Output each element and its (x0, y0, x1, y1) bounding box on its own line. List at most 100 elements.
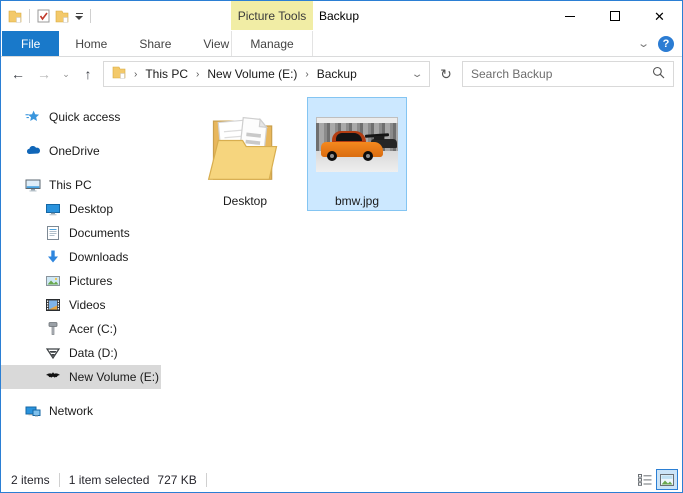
toolbar-separator (29, 9, 30, 23)
computer-icon (25, 177, 41, 193)
chevron-right-icon[interactable]: › (130, 69, 141, 80)
download-arrow-icon (45, 249, 61, 265)
sidebar-item-label: OneDrive (49, 144, 100, 158)
address-dropdown: ⌄ (407, 69, 427, 80)
tab-manage[interactable]: Manage (231, 31, 313, 56)
sidebar-item-label: Downloads (69, 250, 129, 264)
thumbnail-view-button[interactable] (656, 469, 678, 490)
drive-e-bat-icon (45, 369, 61, 385)
breadcrumb-new-volume-e[interactable]: New Volume (E:) (203, 67, 301, 81)
customize-toolbar-icon[interactable] (75, 12, 83, 20)
status-separator (58, 473, 60, 487)
document-icon (45, 225, 61, 241)
help-icon[interactable]: ? (658, 35, 674, 52)
window-title: Backup (319, 9, 360, 23)
desktop-icon (45, 201, 61, 217)
address-bar-row: ← → ⌄ ↑ › This PC › New Volume (E:) › Ba… (1, 57, 682, 91)
title-bar: Picture Tools Backup ✕ (1, 1, 682, 31)
folder-icon (112, 66, 126, 82)
sidebar-item-label: Videos (69, 298, 106, 312)
sidebar-item-onedrive[interactable]: OneDrive (1, 139, 161, 163)
video-film-icon (45, 297, 61, 313)
new-folder-icon[interactable] (55, 10, 69, 23)
network-icon (25, 403, 41, 419)
up-button[interactable]: ↑ (77, 63, 99, 85)
maximize-button[interactable] (592, 1, 637, 31)
toolbar-separator (90, 9, 91, 23)
sidebar-item-label: Desktop (69, 202, 114, 216)
chevron-down-icon[interactable]: ⌄ (402, 69, 433, 80)
maximize-icon (609, 11, 620, 21)
navigation-pane: Quick access OneDrive This PC Desktop Do… (1, 91, 161, 468)
sidebar-item-label: Network (49, 404, 94, 418)
minimize-icon (564, 15, 575, 17)
refresh-icon[interactable]: ↻ (434, 62, 458, 86)
forward-button[interactable]: → (33, 63, 55, 85)
status-separator (205, 473, 207, 487)
tab-file[interactable]: File (2, 31, 60, 56)
status-bar: 2 items 1 item selected 727 KB (1, 468, 682, 492)
sidebar-item-label: Acer (C:) (69, 322, 117, 336)
quick-access-star-icon (25, 109, 41, 125)
item-count: 2 items (11, 473, 50, 487)
sidebar-item-videos[interactable]: Videos (1, 293, 161, 317)
sidebar-item-this-pc[interactable]: This PC (1, 173, 161, 197)
search-box (462, 61, 674, 87)
drive-d-shield-icon (45, 345, 61, 361)
sidebar-item-label: Data (D:) (69, 346, 118, 360)
sidebar-item-downloads[interactable]: Downloads (1, 245, 161, 269)
breadcrumb: › This PC › New Volume (E:) › Backup (130, 67, 361, 81)
ribbon-right-controls: ⌄ ? (637, 31, 674, 56)
folder-icon[interactable] (8, 10, 22, 23)
sidebar-item-label: Documents (69, 226, 130, 240)
onedrive-cloud-icon (25, 143, 41, 159)
picture-icon (45, 273, 61, 289)
tab-home[interactable]: Home (59, 31, 123, 56)
sidebar-item-label: This PC (49, 178, 92, 192)
expand-ribbon-icon[interactable]: ⌄ (637, 37, 650, 50)
file-name-label: Desktop (222, 194, 268, 208)
sidebar-item-acer-c[interactable]: Acer (C:) (1, 317, 161, 341)
sidebar-item-quick-access[interactable]: Quick access (1, 105, 161, 129)
sidebar-item-new-volume-e[interactable]: New Volume (E:) (1, 365, 161, 389)
picture-tools-tab-group: Picture Tools (231, 1, 313, 30)
breadcrumb-this-pc[interactable]: This PC (141, 67, 192, 81)
properties-check-icon[interactable] (37, 9, 50, 23)
address-bar[interactable]: › This PC › New Volume (E:) › Backup ⌄ (103, 61, 430, 87)
sidebar-item-documents[interactable]: Documents (1, 221, 161, 245)
window-body: Quick access OneDrive This PC Desktop Do… (1, 91, 682, 468)
selection-count: 1 item selected (68, 473, 150, 487)
recent-locations-icon[interactable]: ⌄ (59, 63, 73, 85)
bmw-photo (316, 116, 398, 172)
details-view-button[interactable] (634, 469, 656, 490)
breadcrumb-backup[interactable]: Backup (313, 67, 361, 81)
explorer-window: Picture Tools Backup ✕ File Home Share V… (0, 0, 683, 493)
back-button[interactable]: ← (7, 63, 29, 85)
file-list-area[interactable]: Desktop bmw.jpg (161, 91, 682, 468)
file-item-bmw-jpg[interactable]: bmw.jpg (307, 97, 407, 211)
search-icon[interactable] (644, 66, 673, 82)
drive-c-hammer-icon (45, 321, 61, 337)
sidebar-item-label: New Volume (E:) (69, 370, 160, 384)
selection-size: 727 KB (157, 473, 197, 487)
sidebar-item-label: Quick access (49, 110, 121, 124)
folder-open-icon (197, 99, 293, 189)
close-button[interactable]: ✕ (637, 1, 682, 31)
chevron-right-icon[interactable]: › (192, 69, 203, 80)
file-item-desktop[interactable]: Desktop (195, 97, 295, 211)
file-name-label: bmw.jpg (334, 194, 380, 208)
chevron-right-icon[interactable]: › (301, 69, 312, 80)
tab-share[interactable]: Share (123, 31, 187, 56)
window-controls: ✕ (547, 1, 682, 31)
bmw-image-thumbnail (309, 99, 405, 189)
sidebar-item-desktop[interactable]: Desktop (1, 197, 161, 221)
sidebar-item-label: Pictures (69, 274, 113, 288)
ribbon-tab-row: File Home Share View Manage ⌄ ? (1, 31, 682, 57)
view-toggles (634, 469, 678, 490)
quick-access-toolbar (1, 9, 93, 23)
minimize-button[interactable] (547, 1, 592, 31)
sidebar-item-network[interactable]: Network (1, 399, 161, 423)
search-input[interactable] (463, 62, 644, 86)
sidebar-item-data-d[interactable]: Data (D:) (1, 341, 161, 365)
sidebar-item-pictures[interactable]: Pictures (1, 269, 161, 293)
